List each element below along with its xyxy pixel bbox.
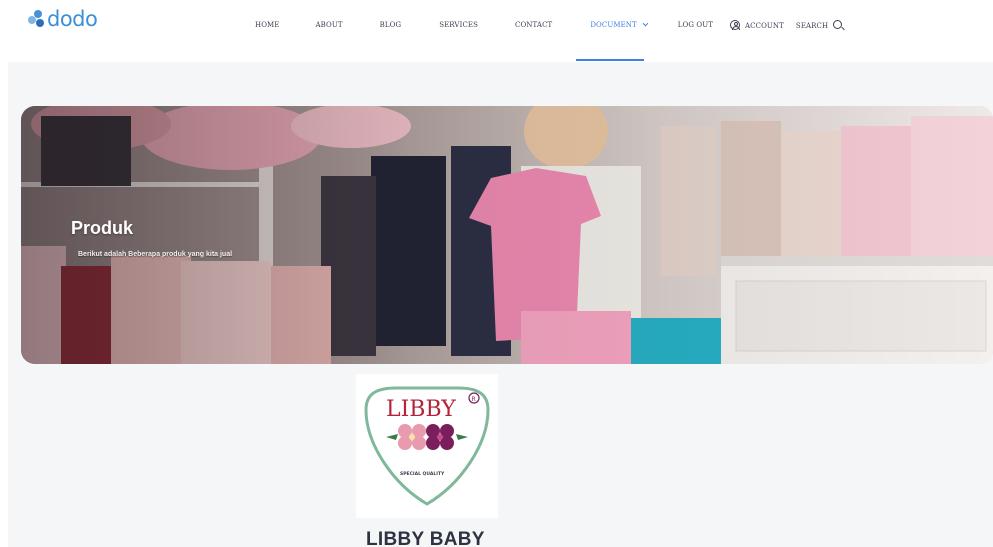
- nav-active-indicator: [576, 59, 644, 61]
- chevron-down-icon: [642, 20, 649, 27]
- user-circle-icon: [730, 20, 741, 30]
- svg-text:R: R: [472, 396, 476, 403]
- logo-mark-icon: [28, 10, 46, 28]
- nav-account[interactable]: ACCOUNT: [730, 20, 784, 30]
- nav-services[interactable]: SERVICES: [439, 21, 478, 29]
- product-name[interactable]: LIBBY BABY: [366, 529, 485, 547]
- nav-search[interactable]: SEARCH: [795, 20, 843, 30]
- libby-tagline: SPECIAL QUALITY: [400, 471, 445, 477]
- hero-banner: Produk Berikut adalah Beberapa produk ya…: [21, 106, 993, 364]
- nav-document-label: DOCUMENT: [590, 21, 637, 29]
- nav-logout[interactable]: LOG OUT: [678, 21, 713, 29]
- nav-contact[interactable]: CONTACT: [515, 21, 552, 29]
- product-card[interactable]: LIBBY R SPECIAL QUALITY: [356, 374, 498, 518]
- site-logo[interactable]: dodo: [28, 6, 98, 32]
- nav-home[interactable]: HOME: [255, 21, 280, 29]
- hero-subtitle: Berikut adalah Beberapa produk yang kita…: [78, 251, 233, 258]
- nav-search-label: SEARCH: [795, 22, 829, 30]
- nav-document[interactable]: DOCUMENT: [590, 20, 649, 29]
- nav-about[interactable]: ABOUT: [316, 21, 343, 29]
- hero-photo: [21, 106, 993, 364]
- site-header: dodo HOME ABOUT BLOG SERVICES CONTACT DO…: [0, 0, 993, 62]
- nav-account-label: ACCOUNT: [745, 22, 784, 30]
- hero-title: Produk: [71, 218, 134, 238]
- main-nav: HOME ABOUT BLOG SERVICES CONTACT DOCUMEN…: [243, 0, 843, 50]
- nav-blog[interactable]: BLOG: [380, 21, 402, 29]
- search-icon: [833, 20, 843, 29]
- libby-logo-image: LIBBY R SPECIAL QUALITY: [364, 386, 490, 506]
- libby-logo-text: LIBBY: [386, 397, 456, 422]
- logo-text: dodo: [47, 7, 98, 31]
